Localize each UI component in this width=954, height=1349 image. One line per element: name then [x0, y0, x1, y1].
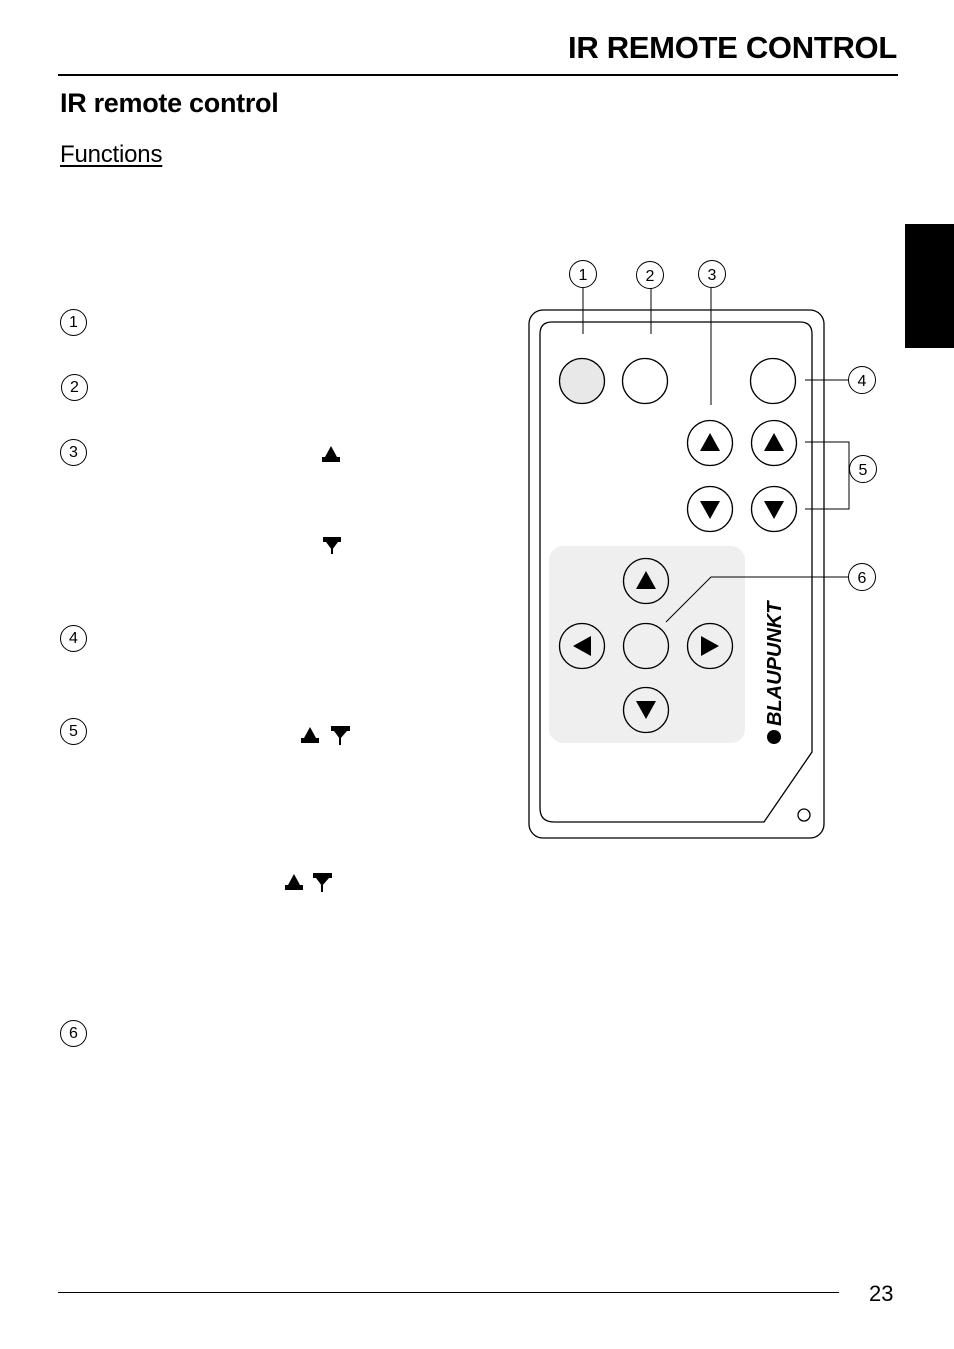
- remote-button-4: [749, 357, 797, 405]
- callout-label-3: 3: [708, 267, 717, 284]
- up-arrow-icon: [301, 727, 319, 743]
- callout-label-2: 2: [646, 268, 655, 285]
- page-number: 23: [869, 1281, 894, 1306]
- function-marker-1: 1: [60, 309, 87, 336]
- chapter-tab: [905, 224, 954, 348]
- header-title: IR REMOTE CONTROL: [568, 30, 897, 65]
- remote-button-1: [558, 357, 606, 405]
- down-arrow-icon: [331, 726, 350, 745]
- page-title: IR remote control: [60, 88, 279, 118]
- remote-control-diagram: 1 2 3 4 5 6 BLAUPUNKT: [528, 260, 877, 839]
- function-marker-2: 2: [61, 374, 88, 401]
- function-marker-6: 6: [60, 1020, 87, 1047]
- down-arrow-icon: [313, 873, 332, 892]
- down-arrow-icon: [323, 537, 341, 554]
- footer-divider: [58, 1292, 839, 1293]
- remote-button-2: [621, 357, 669, 405]
- header-divider: [58, 74, 898, 76]
- callout-label-5: 5: [859, 462, 868, 479]
- callout-label-6: 6: [858, 570, 867, 587]
- up-arrow-icon: [322, 446, 340, 462]
- function-marker-5: 5: [60, 718, 87, 745]
- brand-logo: BLAUPUNKT: [764, 600, 786, 726]
- remote-ir-sensor: [797, 808, 811, 822]
- callout-label-4: 4: [858, 373, 867, 390]
- up-arrow-icon: [285, 874, 303, 890]
- function-marker-3: 3: [60, 439, 87, 466]
- callout-label-1: 1: [579, 267, 588, 284]
- function-marker-4: 4: [60, 625, 87, 652]
- section-heading: Functions: [60, 141, 163, 168]
- brand-dot-icon: [767, 730, 781, 744]
- nav-ok-button: [622, 622, 670, 670]
